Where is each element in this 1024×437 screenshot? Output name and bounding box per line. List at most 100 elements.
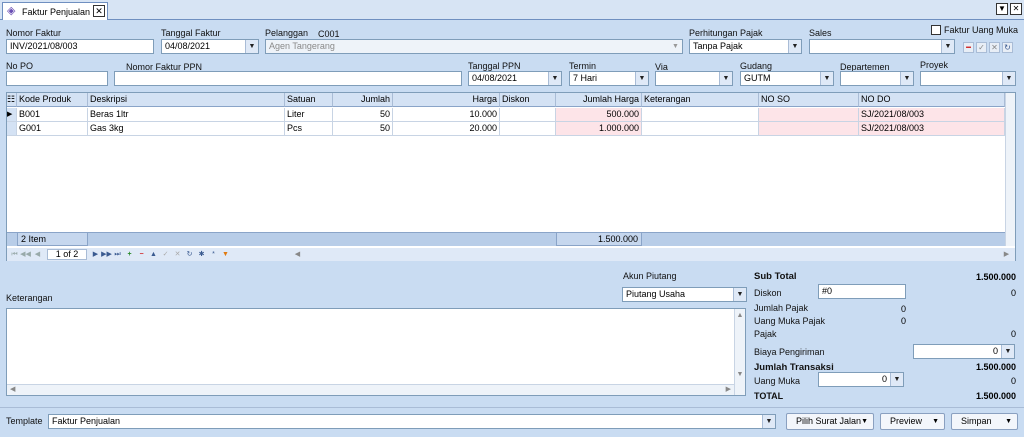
scroll-right-icon[interactable]: ▶ [1001,249,1012,260]
tanggal-ppn-input[interactable]: 04/08/2021 ▼ [468,71,562,86]
table-row-kode[interactable]: G001 [17,122,88,136]
col-deskripsi[interactable]: Deskripsi [88,93,285,107]
check-icon[interactable]: ✓ [976,42,987,53]
prev-page-icon[interactable]: ◀◀ [20,249,31,260]
no-po-label: No PO [6,61,34,71]
table-row-keterangan[interactable] [642,108,759,122]
table-row-satuan[interactable]: Liter [285,108,333,122]
gudang-select[interactable]: GUTM ▼ [740,71,834,86]
total-value: 1.500.000 [975,391,1016,401]
textarea-scrollbar[interactable]: ▲ ▼ [734,309,745,395]
chevron-down-icon[interactable]: ▼ [941,40,954,53]
table-row-diskon[interactable] [500,108,556,122]
col-harga[interactable]: Harga [393,93,500,107]
chevron-down-icon[interactable]: ▼ [762,415,775,428]
pelanggan-select[interactable]: Agen Tangerang ▼ [265,39,683,54]
tab-faktur-penjualan[interactable]: ◈ Faktur Penjualan ✕ [2,2,108,20]
sales-select[interactable]: ▼ [809,39,955,54]
delete-icon[interactable]: − [136,249,147,260]
biaya-pengiriman-input[interactable]: 0 ▼ [913,344,1015,359]
tanggal-faktur-input[interactable]: 04/08/2021 ▼ [161,39,259,54]
prev-icon[interactable]: ◀ [32,249,43,260]
chevron-down-icon[interactable]: ▼ [245,40,258,53]
uang-muka-input[interactable]: 0 ▼ [818,372,904,387]
table-row-satuan[interactable]: Pcs [285,122,333,136]
refresh-icon[interactable]: ↻ [1002,42,1013,53]
chevron-down-icon[interactable]: ▼ [900,72,913,85]
diskon-input[interactable]: #0 [818,284,906,299]
col-jumlah-harga[interactable]: Jumlah Harga [556,93,642,107]
table-row-diskon[interactable] [500,122,556,136]
chevron-down-icon[interactable]: ▼ [1001,345,1014,358]
no-po-input[interactable] [6,71,108,86]
chevron-down-icon[interactable]: ▼ [719,72,732,85]
table-row-harga[interactable]: 10.000 [393,108,500,122]
faktur-tab-icon: ◈ [7,5,16,17]
textarea-hscrollbar[interactable]: ◀ ▶ [7,384,734,395]
goto-bookmark-icon[interactable]: * [208,249,219,260]
bookmark-icon[interactable]: ✱ [196,249,207,260]
chevron-down-icon[interactable]: ▼ [1002,72,1015,85]
chevron-down-icon[interactable]: ▼ [733,288,746,301]
via-select[interactable]: ▼ [655,71,733,86]
check-icon[interactable]: ✓ [160,249,171,260]
tanggal-faktur-label: Tanggal Faktur [161,28,221,38]
col-diskon[interactable]: Diskon [500,93,556,107]
next-page-icon[interactable]: ▶▶ [101,249,112,260]
grid-vertical-scrollbar[interactable] [1005,93,1015,246]
grid-column-chooser-icon[interactable]: ☷ [7,93,17,107]
chevron-down-icon[interactable]: ▼ [820,72,833,85]
faktur-uang-muka-checkbox[interactable] [931,25,941,35]
table-row-kode[interactable]: B001 [17,108,88,122]
delete-icon[interactable]: ━ [963,42,974,53]
scroll-right-icon[interactable]: ▶ [726,385,731,393]
pilih-surat-jalan-label: Pilih Surat Jalan [796,416,862,426]
refresh-icon[interactable]: ↻ [184,249,195,260]
cancel-icon[interactable]: ✕ [172,249,183,260]
chevron-down-icon[interactable]: ▼ [635,72,648,85]
scroll-left-icon[interactable]: ◀ [10,385,15,393]
chevron-down-icon[interactable]: ▼ [548,72,561,85]
scroll-up-icon[interactable]: ▲ [735,312,745,319]
nomor-faktur-input[interactable]: INV/2021/08/003 [6,39,154,54]
cancel-icon[interactable]: ✕ [989,42,1000,53]
col-no-so[interactable]: NO SO [759,93,859,107]
window-close-button[interactable]: ✕ [1010,3,1022,15]
chevron-down-icon[interactable]: ▼ [788,40,801,53]
table-row-deskripsi[interactable]: Beras 1ltr [88,108,285,122]
next-icon[interactable]: ▶ [90,249,101,260]
scroll-left-icon[interactable]: ◀ [292,249,303,260]
footer-total: 1.500.000 [556,232,642,246]
template-select[interactable]: Faktur Penjualan ▼ [48,414,776,429]
keterangan-textarea[interactable]: ▲ ▼ ◀ ▶ [6,308,746,396]
window-menu-button[interactable]: ▼ [996,3,1008,15]
perhitungan-pajak-select[interactable]: Tanpa Pajak ▼ [689,39,802,54]
akun-piutang-select[interactable]: Piutang Usaha ▼ [622,287,747,302]
filter-icon[interactable]: ▼ [220,249,231,260]
pilih-surat-jalan-button[interactable]: Pilih Surat Jalan ▼ [786,413,874,430]
col-keterangan[interactable]: Keterangan [642,93,759,107]
departemen-select[interactable]: ▼ [840,71,914,86]
table-row-harga[interactable]: 20.000 [393,122,500,136]
table-row-jumlah[interactable]: 50 [333,122,393,136]
col-jumlah[interactable]: Jumlah [333,93,393,107]
chevron-down-icon[interactable]: ▼ [890,373,903,386]
table-row-keterangan[interactable] [642,122,759,136]
close-tab-icon[interactable]: ✕ [93,5,105,17]
chevron-down-icon[interactable]: ▼ [669,40,682,53]
nomor-faktur-ppn-input[interactable] [114,71,462,86]
col-kode-produk[interactable]: Kode Produk [17,93,88,107]
table-row-jumlah[interactable]: 50 [333,108,393,122]
termin-select[interactable]: 7 Hari ▼ [569,71,649,86]
edit-icon[interactable]: ▲ [148,249,159,260]
simpan-button[interactable]: Simpan ▼ [951,413,1018,430]
first-icon[interactable]: ⏮ [9,249,20,260]
col-no-do[interactable]: NO DO [859,93,1005,107]
add-icon[interactable]: + [124,249,135,260]
table-row-deskripsi[interactable]: Gas 3kg [88,122,285,136]
preview-button[interactable]: Preview ▼ [880,413,945,430]
col-satuan[interactable]: Satuan [285,93,333,107]
scroll-down-icon[interactable]: ▼ [735,371,745,378]
last-icon[interactable]: ⏭ [112,249,123,260]
proyek-select[interactable]: ▼ [920,71,1016,86]
